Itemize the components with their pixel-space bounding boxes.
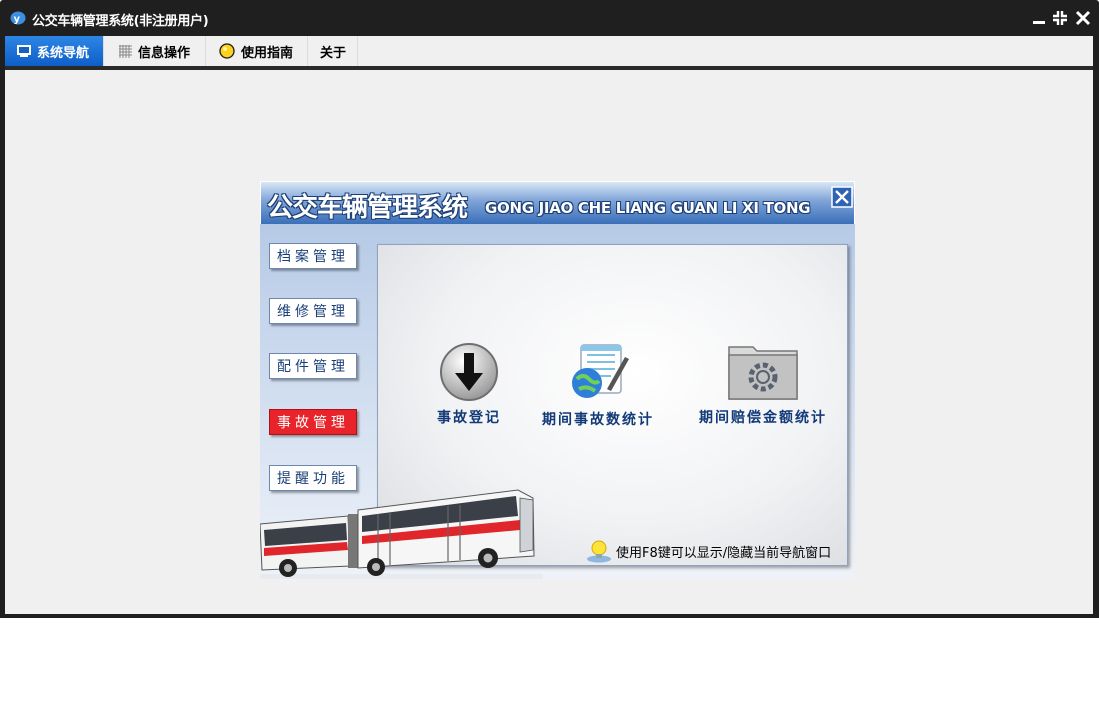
globe-notepad-icon (572, 344, 629, 398)
window-title: 公交车辆管理系统(非注册用户) (32, 14, 209, 29)
tab-about[interactable]: 关于 (308, 36, 358, 66)
hint-label: 使用F8键可以显示/隐藏当前导航窗口 (616, 545, 832, 561)
lightbulb-icon (219, 43, 235, 59)
app-logo-icon: y (10, 11, 26, 25)
grid-icon (119, 44, 132, 58)
compensation-stats-button[interactable]: 期间赔偿金额统计 (683, 345, 843, 427)
tab-label: 信息操作 (138, 45, 191, 61)
sidebar-item-parts[interactable]: 配件管理 (269, 353, 357, 379)
nav-subtitle: GONG JIAO CHE LIANG GUAN LI XI TONG (485, 199, 811, 217)
sidebar-item-accident[interactable]: 事故管理 (269, 409, 357, 435)
navigation-dialog: 公交车辆管理系统 GONG JIAO CHE LIANG GUAN LI XI … (260, 181, 855, 579)
menu-tab-bar: 系统导航 信息操作 使用指南 关于 (5, 36, 1093, 66)
nav-header: 公交车辆管理系统 GONG JIAO CHE LIANG GUAN LI XI … (261, 182, 854, 224)
hint-text: 使用F8键可以显示/隐藏当前导航窗口 (586, 539, 831, 563)
close-icon[interactable] (1074, 9, 1092, 27)
svg-text:y: y (14, 14, 21, 25)
close-icon[interactable] (831, 186, 853, 208)
feature-label: 期间赔偿金额统计 (699, 410, 827, 426)
lightbulb-icon (587, 540, 611, 563)
bus-illustration (260, 489, 543, 579)
folder-gear-icon (728, 346, 798, 400)
tab-info-ops[interactable]: 信息操作 (104, 36, 206, 66)
feature-label: 期间事故数统计 (542, 412, 654, 428)
tab-label: 关于 (320, 45, 347, 61)
minimize-icon[interactable] (1030, 9, 1048, 27)
tab-system-nav[interactable]: 系统导航 (5, 36, 104, 66)
tab-label: 使用指南 (241, 45, 294, 61)
tab-user-guide[interactable]: 使用指南 (206, 36, 308, 66)
accident-register-button[interactable]: 事故登记 (404, 343, 534, 427)
sidebar-item-archive[interactable]: 档案管理 (269, 243, 357, 269)
nav-title: 公交车辆管理系统 (267, 193, 468, 223)
nav-body: 档案管理 维修管理 配件管理 事故管理 提醒功能 事故登记 期间事故数统计 期间… (260, 224, 855, 579)
app-window: y 公交车辆管理系统(非注册用户) 系统导航 信息操作 使用指南 关于 公交车辆… (0, 0, 1099, 618)
download-arrow-icon (440, 343, 498, 401)
monitor-icon (17, 45, 31, 57)
accident-count-stats-button[interactable]: 期间事故数统计 (528, 344, 668, 429)
tab-label: 系统导航 (37, 45, 90, 61)
sidebar-item-repair[interactable]: 维修管理 (269, 298, 357, 324)
feature-label: 事故登记 (437, 410, 501, 426)
title-bar[interactable]: y 公交车辆管理系统(非注册用户) (0, 0, 1099, 36)
restore-icon[interactable] (1051, 9, 1069, 27)
